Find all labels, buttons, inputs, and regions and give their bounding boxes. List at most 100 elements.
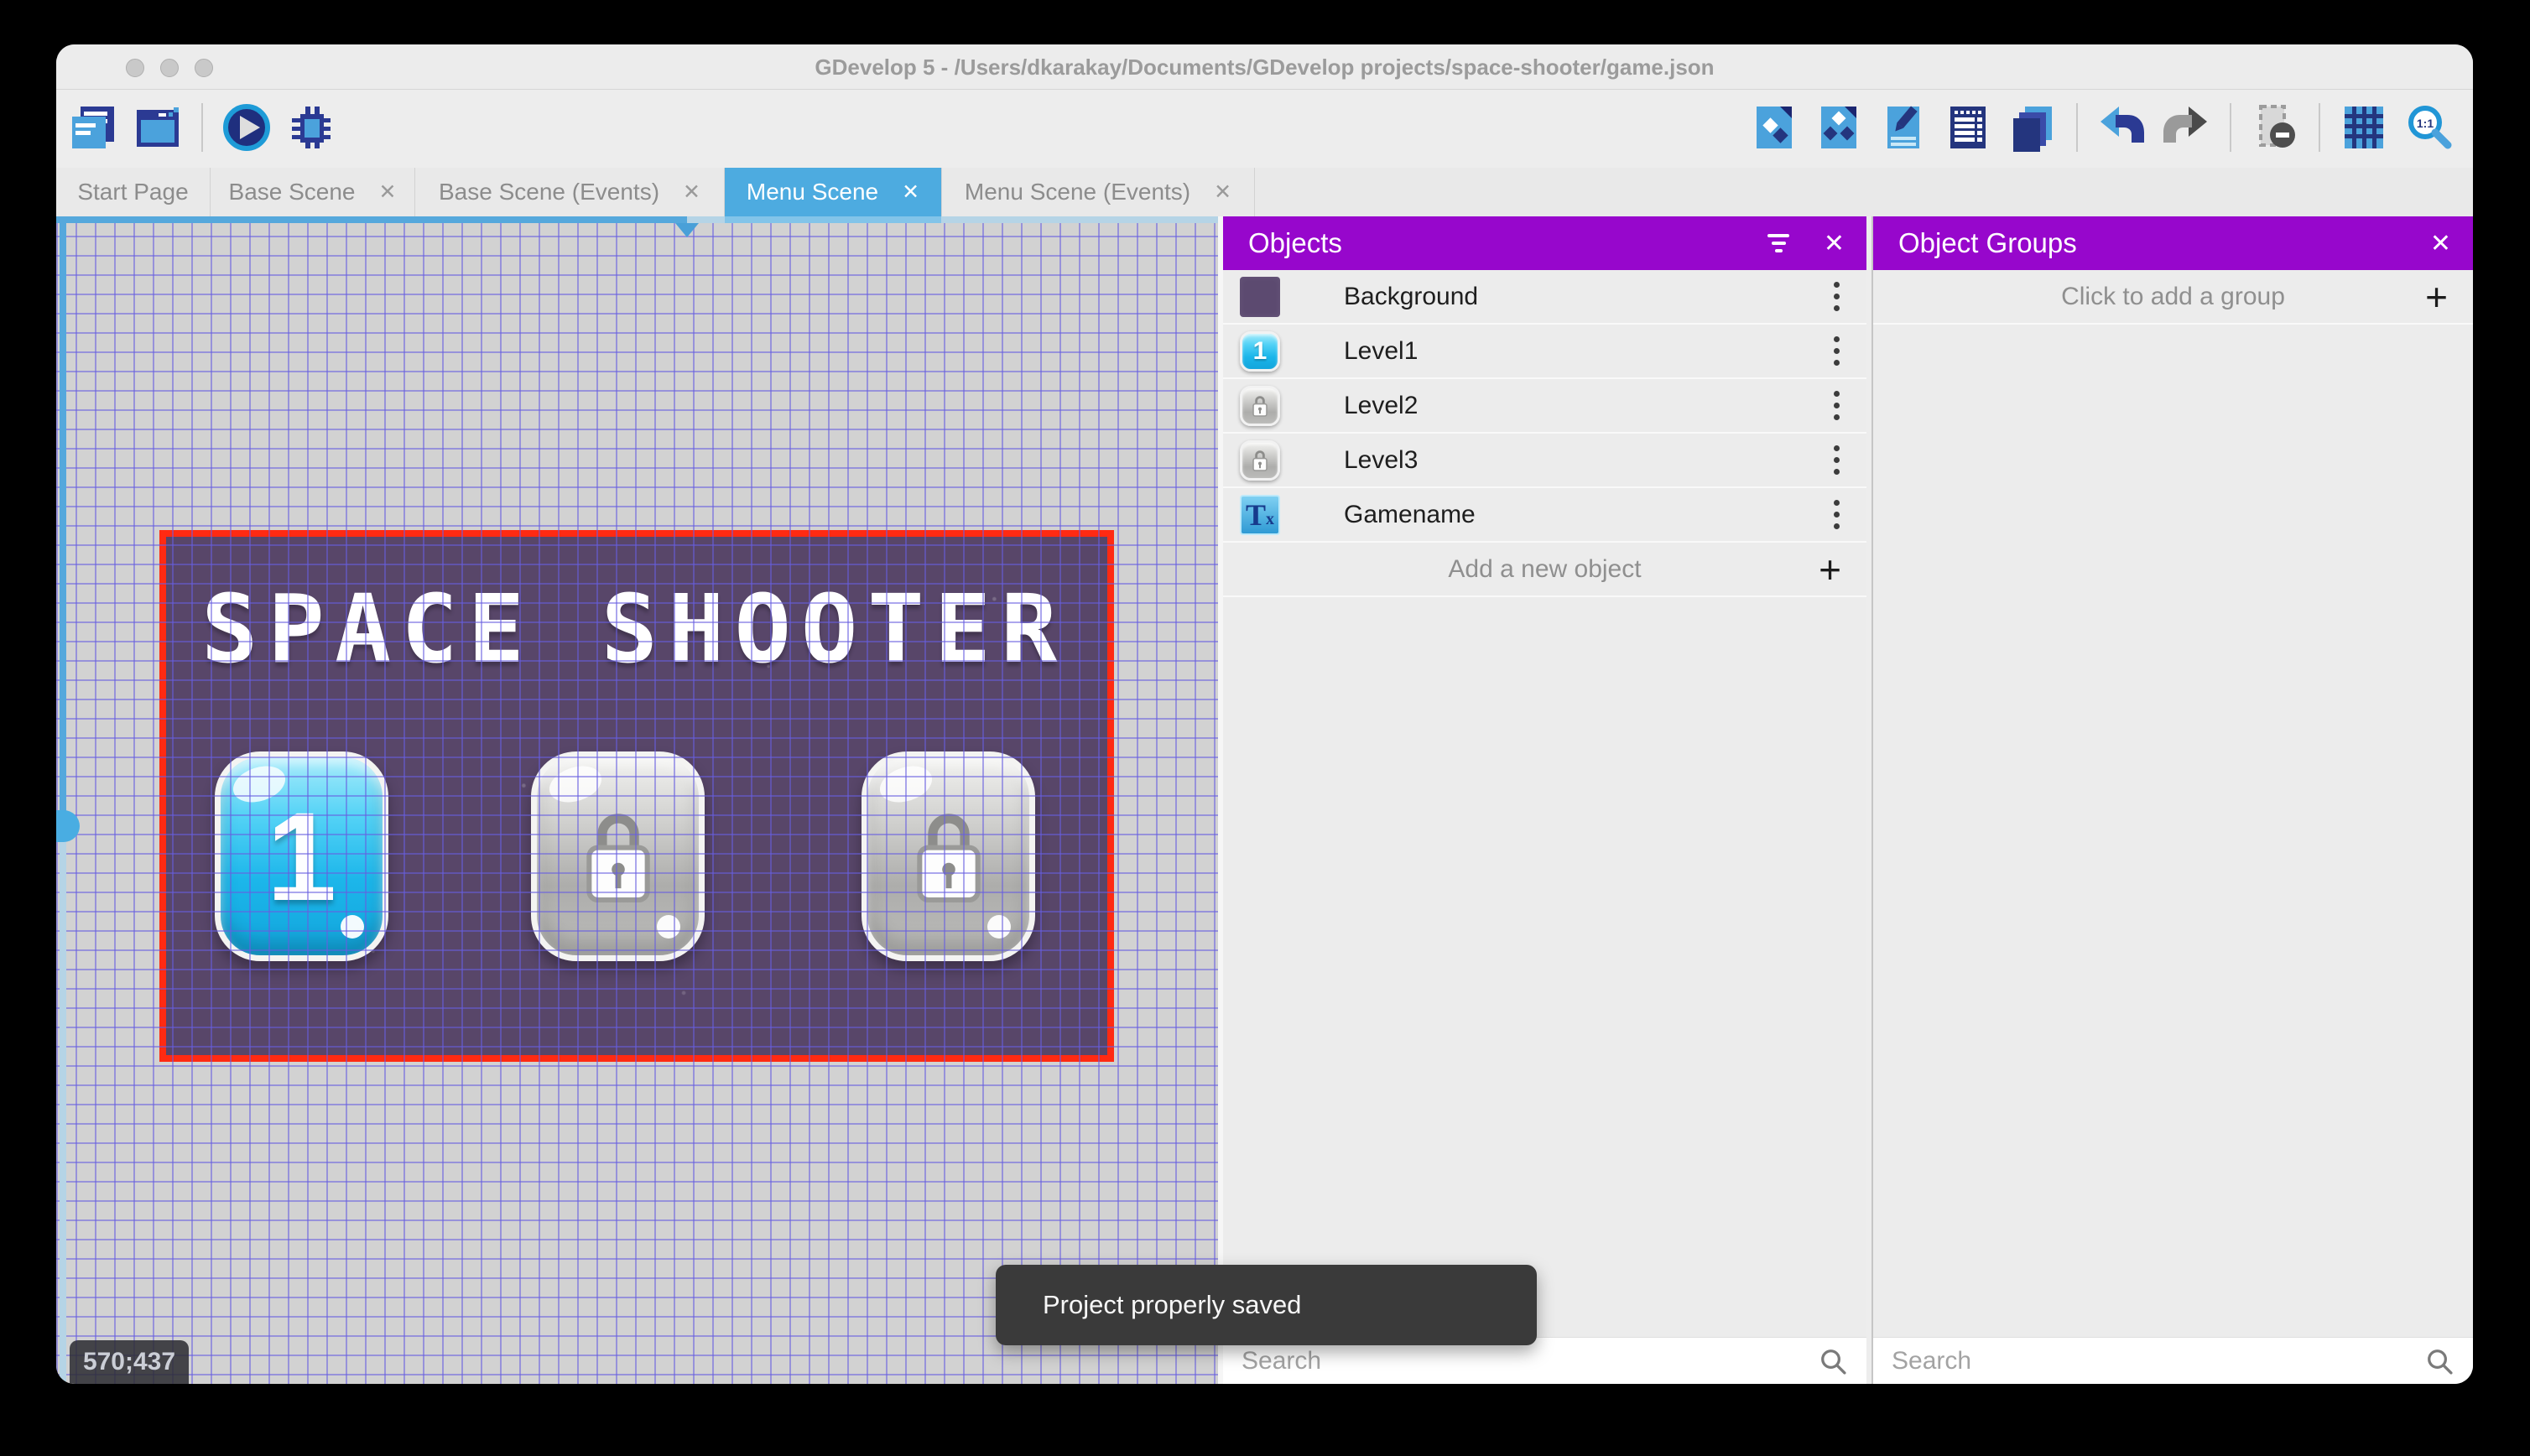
toolbar-divider (2230, 103, 2231, 152)
add-object-plus-icon[interactable]: + (1819, 550, 1841, 589)
object-name: Gamename (1344, 500, 1476, 528)
tab-menu-scene[interactable]: Menu Scene ✕ (725, 168, 942, 216)
groups-search-bar (1873, 1337, 2473, 1384)
lock-icon (916, 814, 981, 903)
object-row-level3[interactable]: Level3 (1223, 434, 1866, 488)
instances-list-icon[interactable] (1944, 103, 1992, 152)
level1-digit: 1 (266, 785, 337, 927)
object-groups-panel: Object Groups ✕ Click to add a group + (1871, 216, 2473, 1384)
object-groups-editor-icon[interactable] (1814, 103, 1863, 152)
window-title: GDevelop 5 - /Users/dkarakay/Documents/G… (815, 55, 1715, 80)
layers-icon[interactable] (2008, 103, 2057, 152)
tab-label: Base Scene (Events) (439, 179, 660, 205)
object-name: Level1 (1344, 336, 1419, 365)
screenshot-root: GDevelop 5 - /Users/dkarakay/Documents/G… (0, 0, 2530, 1456)
toolbar-divider (201, 103, 203, 152)
toolbar-divider (2319, 103, 2320, 152)
zoom-1-1-icon[interactable]: 1:1 (2404, 103, 2453, 152)
objects-panel-title: Objects (1248, 227, 1342, 258)
properties-icon[interactable] (1879, 103, 1928, 152)
horizontal-scrollbar[interactable] (56, 216, 1218, 237)
content: SPACE SHOOTER 1 570;437 Objects ✕ Backgr… (56, 216, 2473, 1384)
vertical-scrollbar[interactable] (56, 216, 80, 1384)
scene-editor-canvas[interactable]: SPACE SHOOTER 1 570;437 (56, 216, 1218, 1384)
scene-frame[interactable]: SPACE SHOOTER 1 (159, 530, 1114, 1062)
object-row-level2[interactable]: Level2 (1223, 379, 1866, 434)
add-group-plus-icon[interactable]: + (2425, 278, 2448, 316)
cursor-coordinates-badge: 570;437 (70, 1340, 189, 1384)
groups-search-input[interactable] (1892, 1346, 2424, 1375)
scroll-position-marker (675, 223, 699, 237)
object-menu-icon[interactable] (1834, 445, 1840, 475)
titlebar: GDevelop 5 - /Users/dkarakay/Documents/G… (56, 44, 2473, 90)
level1-object-icon: 1 (1240, 330, 1280, 372)
tab-base-scene[interactable]: Base Scene ✕ (211, 168, 415, 216)
objects-editor-icon[interactable] (1750, 103, 1799, 152)
object-menu-icon[interactable] (1834, 336, 1840, 366)
toolbar-right: 1:1 (1750, 103, 2453, 152)
object-row-gamename[interactable]: Tx Gamename (1223, 488, 1866, 543)
tab-start-page[interactable]: Start Page (56, 168, 211, 216)
object-menu-icon[interactable] (1834, 500, 1840, 529)
level2-button-instance[interactable] (531, 751, 705, 961)
toast-message: Project properly saved (1043, 1290, 1302, 1319)
tab-label: Menu Scene (Events) (964, 179, 1191, 205)
tab-label: Menu Scene (746, 179, 879, 205)
vertical-scrollbar-thumb[interactable] (56, 810, 80, 842)
object-row-background[interactable]: Background (1223, 270, 1866, 325)
tab-close-icon[interactable]: ✕ (902, 179, 919, 205)
object-row-level1[interactable]: 1 Level1 (1223, 325, 1866, 379)
tab-label: Start Page (77, 179, 189, 205)
search-icon (1821, 1349, 1846, 1375)
text-object-icon: Tx (1240, 494, 1280, 535)
level2-object-icon (1240, 385, 1280, 426)
scene-title-text-object[interactable]: SPACE SHOOTER (201, 575, 1068, 684)
grid-icon[interactable] (2340, 103, 2388, 152)
svg-text:1:1: 1:1 (2417, 117, 2434, 130)
scene-window-icon[interactable] (133, 103, 182, 152)
filter-icon[interactable] (1767, 234, 1789, 252)
toolbar-divider (2076, 103, 2078, 152)
level3-button-instance[interactable] (862, 751, 1035, 961)
add-object-label: Add a new object (1448, 554, 1642, 583)
objects-panel-header: Objects ✕ (1223, 216, 1866, 270)
lock-icon (1252, 395, 1268, 417)
save-toast: Project properly saved (996, 1265, 1537, 1345)
lock-icon (1252, 450, 1268, 471)
add-group-row[interactable]: Click to add a group + (1873, 270, 2473, 325)
level3-object-icon (1240, 439, 1280, 481)
horizontal-scrollbar-thumb[interactable] (725, 216, 941, 223)
tab-base-scene-events[interactable]: Base Scene (Events) ✕ (415, 168, 725, 216)
objects-panel: Objects ✕ Background 1 Level1 Level2 Lev… (1218, 216, 1866, 1384)
object-name: Level3 (1344, 445, 1419, 474)
add-group-label: Click to add a group (2061, 282, 2285, 310)
tab-label: Base Scene (228, 179, 356, 205)
object-name: Background (1344, 282, 1479, 310)
redo-icon[interactable] (2162, 103, 2210, 152)
tab-close-icon[interactable]: ✕ (683, 179, 700, 205)
tab-close-icon[interactable]: ✕ (1214, 179, 1231, 205)
project-manager-icon[interactable] (69, 103, 117, 152)
object-groups-panel-title: Object Groups (1898, 227, 2077, 258)
level1-button-instance[interactable]: 1 (215, 751, 388, 961)
tabbar: Start Page Base Scene ✕ Base Scene (Even… (56, 168, 2473, 216)
object-groups-panel-header: Object Groups ✕ (1873, 216, 2473, 270)
background-object-icon (1240, 276, 1280, 317)
tab-close-icon[interactable]: ✕ (379, 179, 397, 205)
object-menu-icon[interactable] (1834, 282, 1840, 311)
objects-search-input[interactable] (1242, 1346, 1818, 1375)
search-icon (2428, 1349, 2453, 1375)
add-object-row[interactable]: Add a new object + (1223, 543, 1866, 597)
object-menu-icon[interactable] (1834, 391, 1840, 420)
instances-mask-icon[interactable] (2251, 103, 2299, 152)
toolbar-left (69, 103, 336, 152)
object-name: Level2 (1344, 391, 1419, 419)
toolbar: 1:1 (56, 91, 2473, 168)
tab-menu-scene-events[interactable]: Menu Scene (Events) ✕ (942, 168, 1255, 216)
debug-icon[interactable] (287, 103, 336, 152)
gdevelop-window: GDevelop 5 - /Users/dkarakay/Documents/G… (56, 44, 2473, 1384)
close-panel-icon[interactable]: ✕ (1824, 229, 1845, 258)
close-panel-icon[interactable]: ✕ (2430, 229, 2451, 258)
undo-icon[interactable] (2097, 103, 2146, 152)
play-preview-icon[interactable] (222, 103, 271, 152)
